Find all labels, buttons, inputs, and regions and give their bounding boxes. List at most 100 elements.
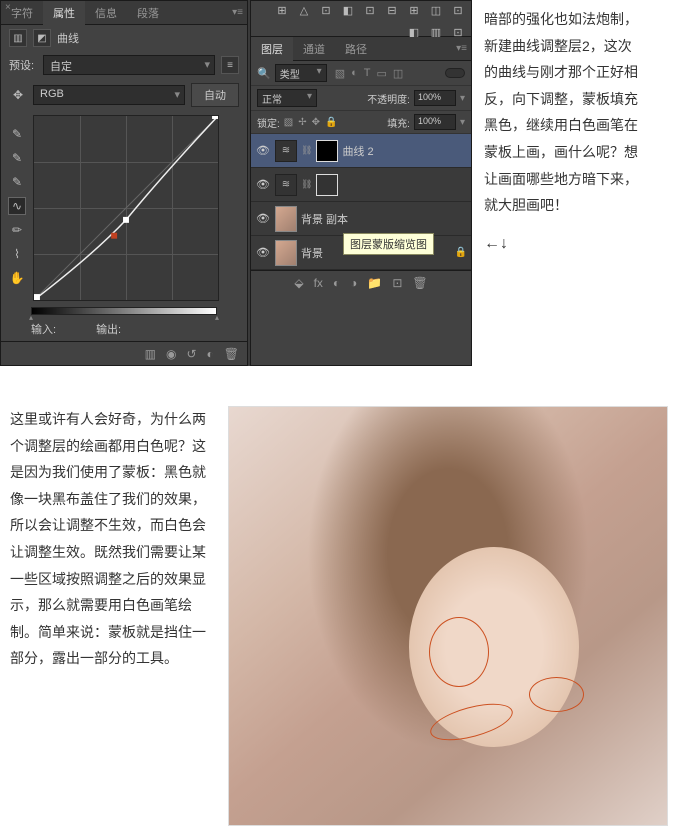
lock-pixels-icon[interactable]: ▧	[284, 117, 293, 128]
fx-icon[interactable]: fx	[314, 276, 323, 290]
nav-arrows: ←↓	[484, 229, 640, 259]
curves-footer: ▥ ◉ ↺ ◐ 🗑	[1, 341, 247, 365]
icon[interactable]: ◧	[341, 3, 355, 17]
pencil-tool-icon[interactable]: ✏	[8, 221, 26, 239]
icon[interactable]: ⊡	[319, 3, 333, 17]
trash-icon[interactable]: 🗑	[224, 347, 239, 361]
curves-graph[interactable]	[33, 115, 219, 301]
icon[interactable]: ◫	[429, 3, 443, 17]
new-layer-icon[interactable]: ⊡	[392, 276, 402, 290]
toolbar-icons: ⊞△⊡◧⊡⊟ ⊞◫⊡◧▥⊡	[251, 1, 471, 37]
mask-thumbnail[interactable]	[316, 140, 338, 162]
fill-input[interactable]: 100%	[414, 114, 456, 130]
filter-pixel-icon[interactable]: ▧	[335, 67, 345, 80]
hand-tool-icon[interactable]: ✋	[8, 269, 26, 287]
layer-thumbnail[interactable]	[275, 206, 297, 232]
trash-icon[interactable]: 🗑	[412, 276, 427, 290]
input-label: 输入:	[31, 321, 56, 337]
opacity-label: 不透明度:	[367, 91, 410, 106]
curves-properties-panel: × 字符 属性 信息 段落 ▾≡ ▥ ◩ 曲线 预设: 自定 ≡ ✥ RGB 自…	[0, 0, 248, 366]
auto-button[interactable]: 自动	[191, 83, 239, 107]
point-tool-icon[interactable]: ∿	[8, 197, 26, 215]
clip-icon[interactable]: ▥	[145, 347, 156, 361]
tab-paths[interactable]: 路径	[335, 37, 377, 61]
icon[interactable]: ⊡	[363, 3, 377, 17]
link-layers-icon[interactable]: ⬙	[294, 276, 303, 290]
lock-position-icon[interactable]: ✢	[298, 117, 306, 128]
view-icon[interactable]: ◉	[166, 347, 176, 361]
gradient-bar[interactable]: ▴ ▴	[31, 307, 217, 315]
chevron-down-icon[interactable]: ▾	[460, 93, 465, 104]
panel-menu-icon[interactable]: ▾≡	[456, 43, 467, 54]
photo-preview	[228, 406, 668, 826]
curves-title: 曲线	[57, 30, 79, 46]
tooltip: 图层蒙版缩览图	[343, 233, 434, 255]
preset-select[interactable]: 自定	[43, 55, 215, 75]
adjustment-icon[interactable]: ▥	[9, 29, 27, 47]
panel-menu-icon[interactable]: ▾≡	[232, 7, 243, 18]
search-icon[interactable]: 🔍	[257, 67, 271, 80]
tab-layers[interactable]: 图层	[251, 37, 293, 61]
group-icon[interactable]: 📁	[367, 276, 382, 290]
icon[interactable]: ⊞	[407, 3, 421, 17]
mask-thumbnail[interactable]	[316, 174, 338, 196]
visibility-icon[interactable]: 👁	[255, 144, 271, 157]
layer-item[interactable]: 👁 ≋ ⛓	[251, 168, 471, 202]
layer-name[interactable]: 曲线 2	[342, 143, 467, 159]
icon[interactable]: ⊡	[451, 3, 465, 17]
icon[interactable]: ⊞	[275, 3, 289, 17]
curves-adj-icon: ≋	[275, 174, 297, 196]
tab-paragraph[interactable]: 段落	[127, 1, 169, 25]
filter-type-select[interactable]: 类型	[275, 64, 327, 82]
curves-tools: ✎ ✎ ✎ ∿ ✏ ⌇ ✋	[5, 115, 29, 301]
layers-tabs: 图层 通道 路径 ▾≡	[251, 37, 471, 61]
lock-label: 锁定:	[257, 115, 280, 130]
opacity-input[interactable]: 100%	[414, 90, 456, 106]
layer-name[interactable]: 背景 副本	[301, 211, 467, 227]
tab-channels[interactable]: 通道	[293, 37, 335, 61]
lock-move-icon[interactable]: ✥	[312, 117, 320, 128]
filter-toggle[interactable]	[445, 68, 465, 78]
prev-icon[interactable]: ◐	[207, 347, 214, 361]
tab-properties[interactable]: 属性	[43, 1, 85, 25]
eyedropper-gray-icon[interactable]: ✎	[8, 149, 26, 167]
eyedropper-sample-icon[interactable]: ✥	[9, 86, 27, 104]
filter-shape-icon[interactable]: ▭	[377, 67, 387, 80]
mask-icon[interactable]: ◐	[333, 276, 340, 290]
visibility-icon[interactable]: 👁	[255, 246, 271, 259]
close-icon[interactable]: ×	[5, 2, 11, 13]
eyedropper-black-icon[interactable]: ✎	[8, 125, 26, 143]
link-icon[interactable]: ⛓	[301, 145, 312, 156]
blend-mode-select[interactable]: 正常	[257, 89, 317, 107]
curves-adj-icon: ≋	[275, 140, 297, 162]
lock-icon: 🔒	[455, 247, 467, 258]
filter-smart-icon[interactable]: ◫	[393, 67, 403, 80]
filter-adjust-icon[interactable]: ◐	[351, 67, 358, 80]
icon[interactable]: ⊟	[385, 3, 399, 17]
fill-label: 填充:	[387, 115, 410, 130]
instruction-text-left: 这里或许有人会好奇，为什么两个调整层的绘画都用白色呢？这是因为我们使用了蒙板：黑…	[10, 406, 210, 826]
curves-icon: ◩	[33, 29, 51, 47]
preset-menu-icon[interactable]: ≡	[221, 56, 239, 74]
layer-item[interactable]: 👁 ≋ ⛓ 曲线 2	[251, 134, 471, 168]
panel-tabs: × 字符 属性 信息 段落 ▾≡	[1, 1, 247, 25]
layers-panel: ⊞△⊡◧⊡⊟ ⊞◫⊡◧▥⊡ 图层 通道 路径 ▾≡ 🔍 类型 ▧ ◐ T ▭ ◫	[250, 0, 472, 366]
reset-icon[interactable]: ↺	[186, 347, 196, 361]
adjustment-icon[interactable]: ◑	[350, 276, 357, 290]
link-icon[interactable]: ⛓	[301, 179, 312, 190]
eyedropper-white-icon[interactable]: ✎	[8, 173, 26, 191]
layer-thumbnail[interactable]	[275, 240, 297, 266]
output-label: 输出:	[96, 321, 121, 337]
chevron-down-icon[interactable]: ▾	[460, 117, 465, 128]
smooth-tool-icon[interactable]: ⌇	[8, 245, 26, 263]
filter-text-icon[interactable]: T	[364, 67, 371, 80]
visibility-icon[interactable]: 👁	[255, 178, 271, 191]
lock-all-icon[interactable]: 🔒	[325, 117, 337, 128]
tab-info[interactable]: 信息	[85, 1, 127, 25]
layer-item[interactable]: 👁 背景 副本	[251, 202, 471, 236]
layers-footer: ⬙ fx ◐ ◑ 📁 ⊡ 🗑	[251, 270, 471, 294]
icon[interactable]: △	[297, 3, 311, 17]
channel-select[interactable]: RGB	[33, 85, 185, 105]
preset-label: 预设:	[9, 57, 37, 73]
visibility-icon[interactable]: 👁	[255, 212, 271, 225]
